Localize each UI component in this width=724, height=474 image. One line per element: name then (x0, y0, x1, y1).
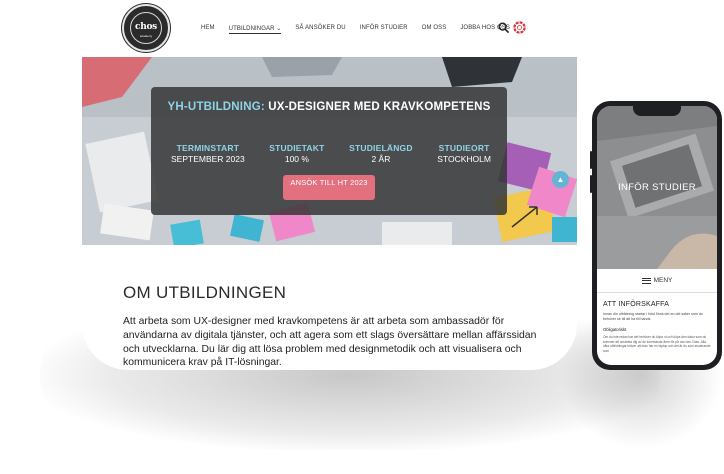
fact-label: TERMINSTART (176, 143, 240, 153)
hero-title-main: UX-DESIGNER MED KRAVKOMPETENS (264, 101, 491, 113)
phone-heading: ATT INFÖRSKAFFA (603, 301, 670, 308)
mockup-stage: chos academy HEM UTBILDNINGAR ⌄ SÅ ANSÖK… (0, 0, 724, 474)
fact-studielangd: STUDIELÄNGD 2 ÅR (349, 143, 413, 164)
hamburger-icon (641, 277, 651, 284)
course-facts: TERMINSTART SEPTEMBER 2023 STUDIETAKT 10… (171, 143, 491, 164)
nav-item-hem[interactable]: HEM (201, 25, 215, 34)
top-navigation: chos academy HEM UTBILDNINGAR ⌄ SÅ ANSÖK… (82, 0, 577, 57)
fact-label: STUDIEORT (438, 143, 490, 153)
fact-label: STUDIETAKT (269, 143, 325, 153)
phone-hero-title: INFÖR STUDIER (618, 182, 696, 193)
about-section: OM UTBILDNINGEN Att arbeta som UX-design… (123, 283, 543, 370)
fact-label: STUDIELÄNGD (349, 143, 413, 153)
phone-volume-button (590, 151, 592, 169)
phone-screen: INFÖR STUDIER MENY ATT INFÖRSKAFFA Innan… (597, 106, 717, 365)
section-body: Att arbeta som UX-designer med kravkompe… (123, 316, 537, 369)
fact-value: 2 ÅR (371, 154, 391, 164)
phone-notch (633, 106, 681, 116)
hero-title-accent: YH-UTBILDNING: (167, 101, 265, 113)
phone-intro: Innan din utbildning startar i höst finn… (603, 312, 703, 321)
arrow-up-icon[interactable]: ▲ (552, 171, 569, 188)
fact-value: 100 % (284, 154, 309, 164)
hero-title: YH-UTBILDNING: UX-DESIGNER MED KRAVKOMPE… (151, 101, 507, 114)
nav-item-utbildningar-label: UTBILDNINGAR (228, 26, 275, 32)
fact-value: STOCKHOLM (437, 154, 491, 164)
phone-menu-label: MENY (653, 277, 673, 284)
main-menu: HEM UTBILDNINGAR ⌄ SÅ ANSÖKER DU INFÖR S… (201, 25, 510, 34)
phone-volume-button (590, 175, 592, 193)
phone-mockup: INFÖR STUDIER MENY ATT INFÖRSKAFFA Innan… (590, 101, 722, 370)
phone-menu-button[interactable]: MENY (597, 269, 717, 293)
section-heading: OM UTBILDNINGEN (123, 283, 287, 302)
nav-item-om-oss[interactable]: OM OSS (422, 25, 447, 34)
desktop-mockup: chos academy HEM UTBILDNINGAR ⌄ SÅ ANSÖK… (82, 0, 577, 370)
chos-logo[interactable]: chos academy (122, 4, 170, 52)
fact-value: SEPTEMBER 2023 (171, 154, 245, 164)
nav-item-utbildningar[interactable]: UTBILDNINGAR ⌄ (228, 25, 282, 34)
chevron-down-icon: ⌄ (274, 26, 282, 32)
fact-studietakt: STUDIETAKT 100 % (269, 143, 324, 164)
phone-hero: INFÖR STUDIER (597, 106, 717, 269)
logo-text: chos (135, 22, 157, 32)
search-icon[interactable] (498, 22, 509, 33)
lifebuoy-icon[interactable] (513, 21, 526, 34)
nav-item-sa-ansoker-du[interactable]: SÅ ANSÖKER DU (295, 25, 345, 34)
phone-subheading: Obligatoriskt (603, 327, 627, 332)
nav-item-infor-studier[interactable]: INFÖR STUDIER (360, 25, 408, 34)
logo-subtext: academy (139, 34, 153, 38)
apply-button[interactable]: ANSÖK TILL HT 2023 (283, 175, 375, 200)
fact-terminstart: TERMINSTART SEPTEMBER 2023 (171, 143, 245, 164)
phone-body: Om du inte redan har det behöver du köpa… (603, 335, 711, 353)
phone-content: ATT INFÖRSKAFFA Innan din utbildning sta… (603, 301, 711, 353)
fact-studieort: STUDIEORT STOCKHOLM (437, 143, 491, 164)
hero-banner: YH-UTBILDNING: UX-DESIGNER MED KRAVKOMPE… (82, 57, 577, 245)
hero-info-panel: YH-UTBILDNING: UX-DESIGNER MED KRAVKOMPE… (151, 87, 507, 215)
